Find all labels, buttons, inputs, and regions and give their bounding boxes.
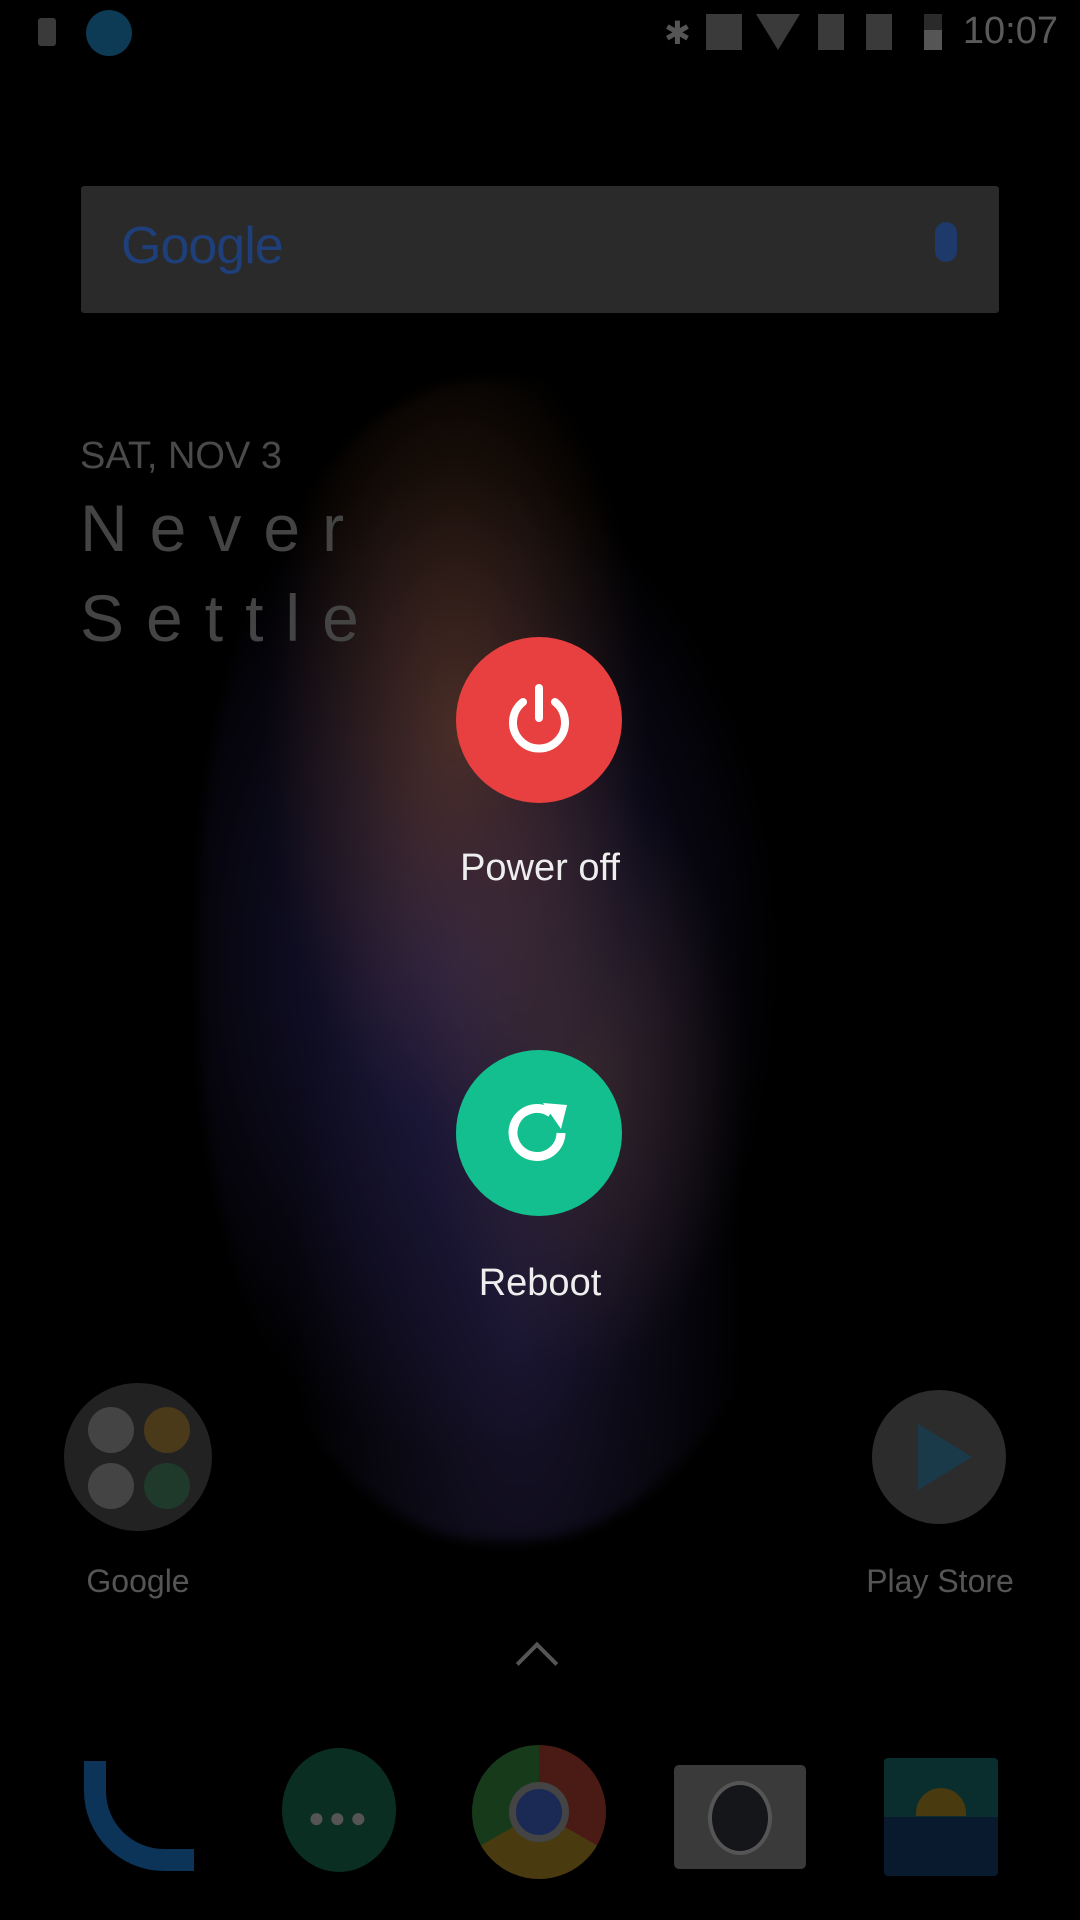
phone-icon[interactable] <box>76 1745 216 1885</box>
power-off-button[interactable] <box>456 637 622 803</box>
no-sim-icon <box>866 14 892 50</box>
google-logo: Google <box>121 217 284 275</box>
reboot-icon <box>508 1103 567 1161</box>
motto-line-2: Settle <box>80 581 381 655</box>
nfc-icon <box>706 14 742 50</box>
reboot-button[interactable] <box>456 1050 622 1216</box>
play-store-icon[interactable] <box>872 1390 1006 1524</box>
chrome-icon[interactable] <box>472 1745 606 1879</box>
hangouts-icon[interactable]: ●●● <box>282 1748 396 1872</box>
teamviewer-icon <box>86 10 132 56</box>
power-icon <box>509 684 569 753</box>
download-notification-icon <box>38 18 56 46</box>
status-bar: ✱ 10:07 <box>0 0 1080 64</box>
google-folder[interactable] <box>64 1383 212 1531</box>
battery-icon <box>924 14 942 50</box>
no-sim-icon <box>818 14 844 50</box>
power-off-label: Power off <box>460 847 620 889</box>
wifi-icon <box>756 14 800 50</box>
clock: 10:07 <box>962 10 1058 52</box>
google-search-bar[interactable]: Google <box>81 186 999 313</box>
camera-icon[interactable] <box>674 1765 806 1869</box>
mic-icon[interactable] <box>935 222 957 262</box>
motto-line-1: Never <box>80 491 367 565</box>
date-widget: SAT, NOV 3 <box>80 435 283 477</box>
bluetooth-icon: ✱ <box>664 15 691 51</box>
app-drawer-chevron-up-icon[interactable] <box>515 1641 559 1685</box>
gallery-icon[interactable] <box>884 1758 998 1876</box>
play-store-label: Play Store <box>866 1563 1014 1599</box>
reboot-label: Reboot <box>478 1262 602 1304</box>
google-folder-label: Google <box>86 1563 190 1599</box>
